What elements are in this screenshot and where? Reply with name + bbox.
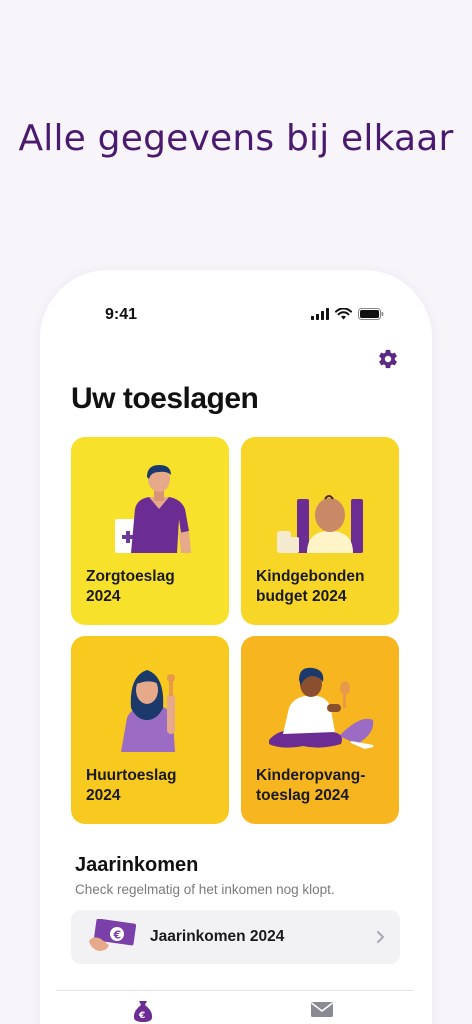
svg-text:€: € bbox=[113, 929, 122, 942]
money-euro-icon: € bbox=[89, 919, 137, 951]
tile-kindgebonden-budget[interactable]: Kindgebonden budget 2024 bbox=[241, 437, 399, 625]
tile-kinderopvangtoeslag[interactable]: Kinderopvang-toeslag 2024 bbox=[241, 636, 399, 824]
status-icons bbox=[311, 308, 384, 320]
status-bar: 9:41 bbox=[40, 306, 432, 326]
signal-icon bbox=[311, 308, 329, 320]
status-time: 9:41 bbox=[105, 306, 138, 323]
tile-label: Kindgebonden budget 2024 bbox=[256, 568, 365, 605]
section-subtitle-income: Check regelmatig of het inkomen nog klop… bbox=[75, 882, 335, 897]
healthcare-person-illustration bbox=[115, 465, 191, 553]
tile-huurtoeslag[interactable]: Huurtoeslag 2024 bbox=[71, 636, 229, 824]
page-title: Uw toeslagen bbox=[71, 382, 259, 415]
chevron-right-icon bbox=[377, 931, 384, 943]
mail-icon bbox=[311, 1002, 333, 1017]
tile-label: Huurtoeslag 2024 bbox=[86, 767, 177, 804]
section-title-income: Jaarinkomen bbox=[75, 854, 199, 876]
wifi-icon bbox=[335, 308, 352, 320]
tile-label: Zorgtoeslag 2024 bbox=[86, 568, 175, 605]
svg-text:€: € bbox=[138, 1011, 145, 1021]
battery-icon bbox=[358, 308, 384, 320]
tile-zorgtoeslag[interactable]: Zorgtoeslag 2024 bbox=[71, 437, 229, 625]
tab-bar: € bbox=[56, 990, 414, 1024]
income-row-label: Jaarinkomen 2024 bbox=[150, 928, 285, 945]
gear-icon bbox=[379, 349, 397, 369]
settings-button[interactable] bbox=[377, 348, 399, 370]
tile-label: Kinderopvang-toeslag 2024 bbox=[256, 767, 366, 804]
headline: Alle gegevens bij elkaar bbox=[18, 118, 454, 159]
woman-with-key-illustration bbox=[121, 670, 175, 752]
baby-highchair-illustration bbox=[277, 495, 363, 553]
woman-with-rattle-illustration bbox=[269, 667, 374, 750]
tab-berichten[interactable] bbox=[310, 999, 340, 1024]
income-row-button[interactable]: € Jaarinkomen 2024 bbox=[71, 910, 400, 964]
phone-frame: 9:41 Uw toeslagen Zorgtoeslag 2024 Kindg… bbox=[40, 270, 432, 1024]
tab-toeslagen[interactable]: € bbox=[132, 999, 162, 1024]
money-bag-icon: € bbox=[133, 1001, 153, 1022]
